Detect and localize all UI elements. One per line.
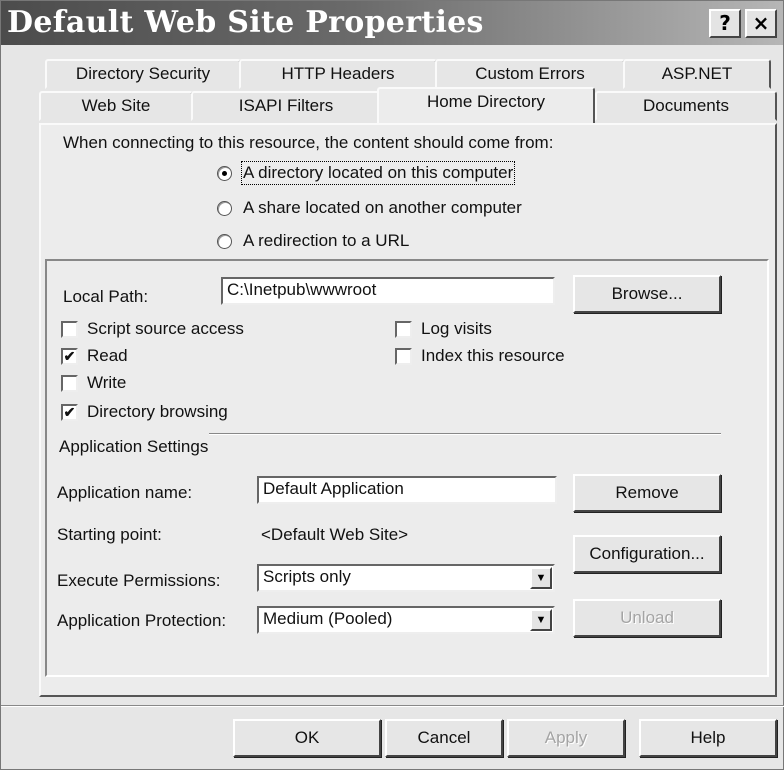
log-visits-checkbox[interactable] bbox=[395, 321, 412, 338]
execute-permissions-select[interactable]: Scripts only ▼ bbox=[257, 564, 555, 592]
tab-home-directory[interactable]: Home Directory bbox=[377, 87, 595, 123]
radio-local-directory[interactable] bbox=[217, 166, 232, 181]
dropdown-arrow-icon[interactable]: ▼ bbox=[530, 609, 552, 631]
tab-asp-net[interactable]: ASP.NET bbox=[623, 59, 771, 89]
properties-dialog: Default Web Site Properties ? × Director… bbox=[0, 0, 784, 770]
starting-point-value: <Default Web Site> bbox=[261, 525, 409, 544]
application-name-label: Application name: bbox=[57, 483, 193, 502]
help-title-button[interactable]: ? bbox=[709, 9, 741, 38]
log-visits-label[interactable]: Log visits bbox=[421, 319, 492, 339]
title-bar[interactable]: Default Web Site Properties ? × bbox=[1, 1, 783, 45]
remove-button[interactable]: Remove bbox=[573, 474, 721, 512]
ok-button[interactable]: OK bbox=[233, 719, 381, 757]
application-protection-select[interactable]: Medium (Pooled) ▼ bbox=[257, 606, 555, 634]
starting-point-label: Starting point: bbox=[57, 525, 162, 544]
radio-url-redirect[interactable] bbox=[217, 234, 232, 249]
read-label[interactable]: Read bbox=[87, 346, 128, 366]
tab-custom-errors[interactable]: Custom Errors bbox=[435, 59, 625, 89]
configuration-button[interactable]: Configuration... bbox=[573, 535, 721, 573]
directory-browsing-checkbox[interactable]: ✔ bbox=[61, 404, 78, 421]
apply-button: Apply bbox=[507, 719, 625, 757]
directory-browsing-label[interactable]: Directory browsing bbox=[87, 402, 228, 422]
tab-isapi-filters[interactable]: ISAPI Filters bbox=[191, 91, 381, 121]
tab-http-headers[interactable]: HTTP Headers bbox=[239, 59, 437, 89]
footer-divider bbox=[1, 705, 784, 707]
index-resource-checkbox[interactable] bbox=[395, 348, 412, 365]
read-checkbox[interactable]: ✔ bbox=[61, 348, 78, 365]
app-settings-divider bbox=[209, 433, 721, 435]
help-button[interactable]: Help bbox=[639, 719, 777, 757]
radio-network-share[interactable] bbox=[217, 201, 232, 216]
browse-button[interactable]: Browse... bbox=[573, 275, 721, 313]
script-source-access-checkbox[interactable] bbox=[61, 321, 78, 338]
tab-directory-security[interactable]: Directory Security bbox=[45, 59, 241, 89]
content-source-prompt: When connecting to this resource, the co… bbox=[63, 133, 554, 152]
write-checkbox[interactable] bbox=[61, 375, 78, 392]
write-label[interactable]: Write bbox=[87, 373, 126, 393]
application-protection-value: Medium (Pooled) bbox=[263, 609, 393, 628]
tab-web-site[interactable]: Web Site bbox=[39, 91, 193, 121]
index-resource-label[interactable]: Index this resource bbox=[421, 346, 565, 366]
execute-permissions-value: Scripts only bbox=[263, 567, 351, 586]
unload-button: Unload bbox=[573, 599, 721, 637]
dropdown-arrow-icon[interactable]: ▼ bbox=[530, 567, 552, 589]
radio-network-share-label[interactable]: A share located on another computer bbox=[243, 198, 522, 218]
window-title: Default Web Site Properties bbox=[7, 5, 484, 40]
radio-local-directory-label[interactable]: A directory located on this computer bbox=[240, 161, 516, 185]
application-name-field[interactable]: Default Application bbox=[257, 476, 557, 504]
radio-url-redirect-label[interactable]: A redirection to a URL bbox=[243, 231, 409, 251]
close-icon[interactable]: × bbox=[745, 9, 777, 38]
tab-documents[interactable]: Documents bbox=[595, 91, 777, 121]
cancel-button[interactable]: Cancel bbox=[385, 719, 503, 757]
execute-permissions-label: Execute Permissions: bbox=[57, 571, 221, 590]
local-path-label: Local Path: bbox=[63, 287, 149, 306]
application-settings-heading: Application Settings bbox=[59, 437, 209, 456]
application-protection-label: Application Protection: bbox=[57, 611, 227, 630]
local-path-field[interactable]: C:\Inetpub\wwwroot bbox=[221, 277, 555, 305]
script-source-access-label[interactable]: Script source access bbox=[87, 319, 244, 339]
